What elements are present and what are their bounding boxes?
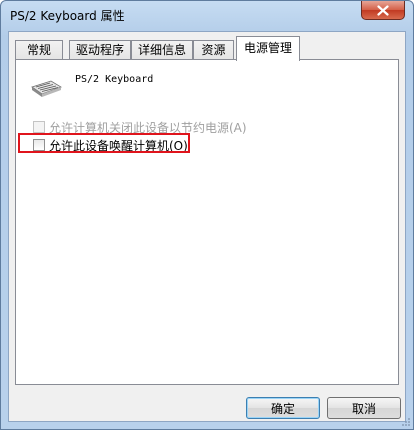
tab-driver[interactable]: 驱动程序 xyxy=(69,40,131,60)
ok-button[interactable]: 确定 xyxy=(246,397,320,419)
tab-strip: 常规 驱动程序 详细信息 资源 电源管理 xyxy=(15,36,399,61)
allow-power-off-checkbox xyxy=(33,121,45,133)
tab-power-management[interactable]: 电源管理 xyxy=(236,36,300,61)
tab-resources[interactable]: 资源 xyxy=(193,40,234,60)
tab-general[interactable]: 常规 xyxy=(15,40,63,60)
cancel-button[interactable]: 取消 xyxy=(327,397,401,419)
tab-details[interactable]: 详细信息 xyxy=(131,40,193,60)
window-title: PS/2 Keyboard 属性 xyxy=(10,9,125,23)
title-bar[interactable]: PS/2 Keyboard 属性 xyxy=(1,1,413,31)
keyboard-icon xyxy=(31,80,62,97)
power-management-panel xyxy=(15,59,399,385)
device-name: PS/2 Keyboard xyxy=(75,74,154,85)
highlight-annotation xyxy=(18,133,190,153)
close-icon xyxy=(377,4,389,16)
resize-grip-icon[interactable] xyxy=(401,417,411,427)
properties-dialog: PS/2 Keyboard 属性 常规 驱动程序 详细信息 资源 电源管理 PS… xyxy=(0,0,414,430)
dialog-client-area: 常规 驱动程序 详细信息 资源 电源管理 PS/2 Keyboard 允许计算机… xyxy=(8,31,406,422)
close-button[interactable] xyxy=(361,1,405,20)
